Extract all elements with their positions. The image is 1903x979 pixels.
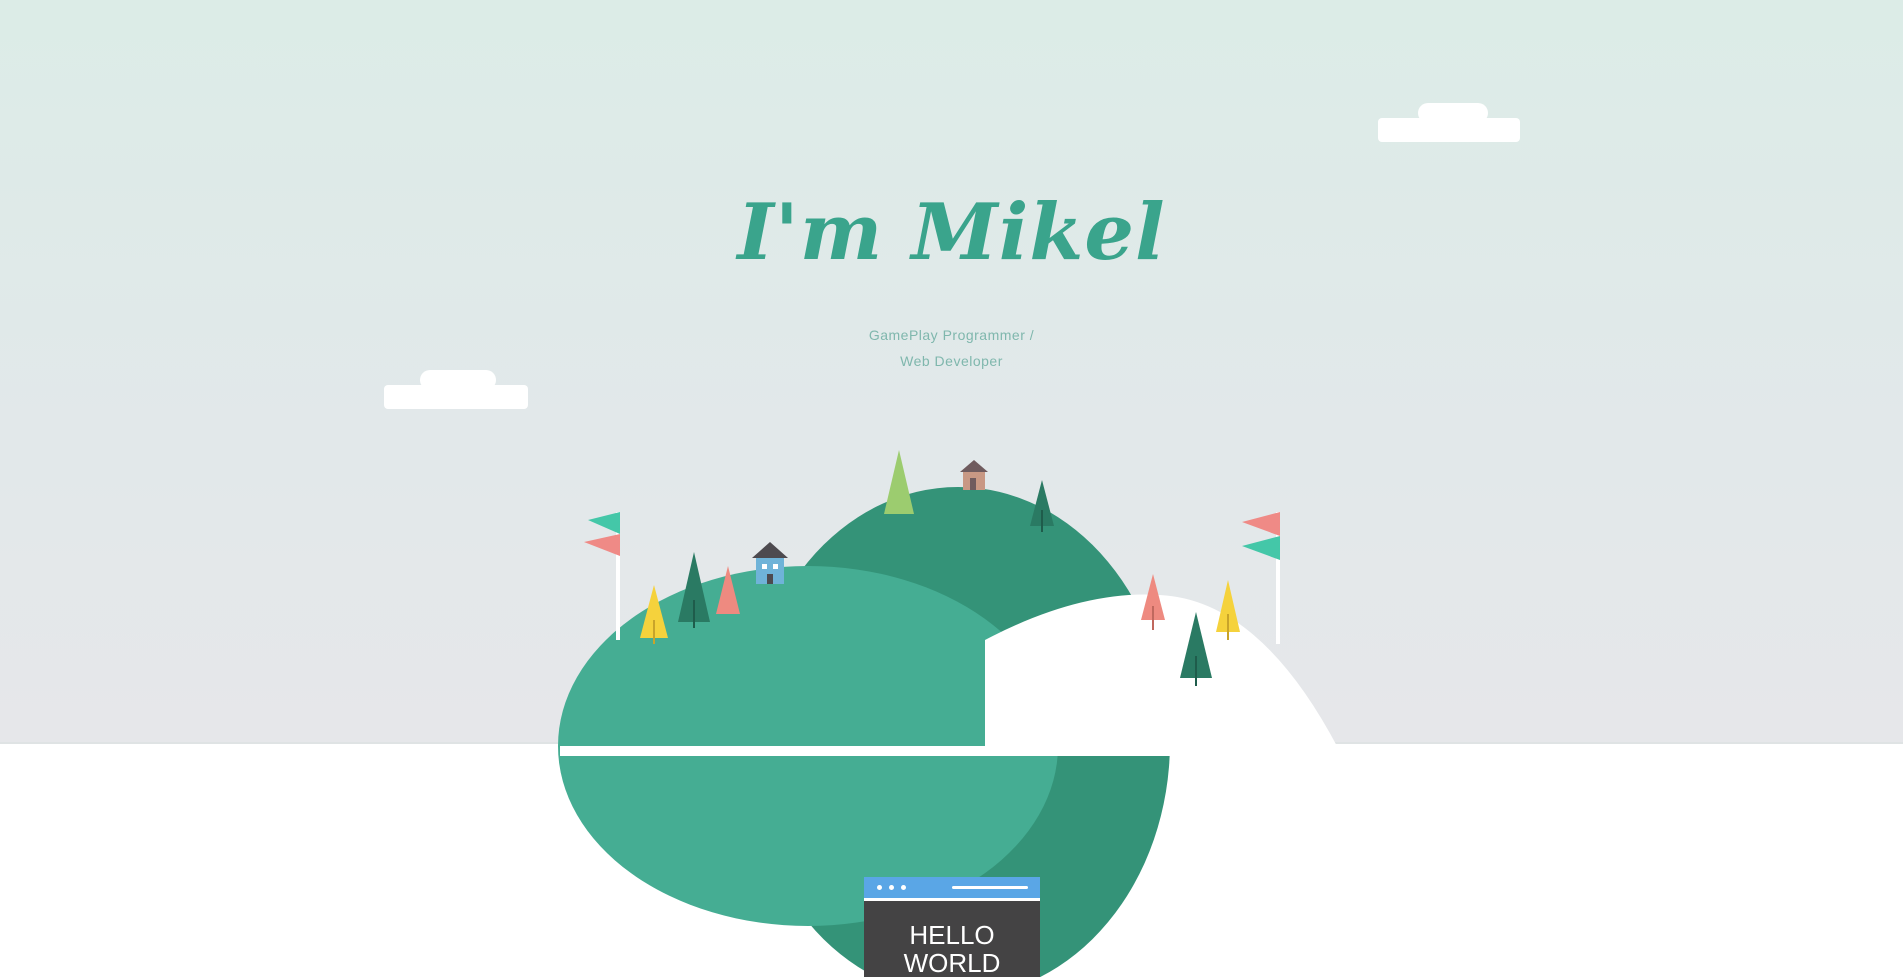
monitor-dot-icon: [889, 885, 894, 890]
monitor-text-line-1: HELLO: [909, 920, 995, 950]
left-flag: [584, 512, 620, 640]
monitor-text-line-2: WORLD: [903, 948, 1001, 977]
monitor-screen: HELLO WORLD: [864, 901, 1040, 977]
right-flag: [1242, 512, 1280, 644]
tree-yellow-snow: [1216, 580, 1240, 640]
monitor-address-line: [952, 886, 1028, 889]
ground-cover: [560, 746, 1360, 756]
monitor-dot-icon: [877, 885, 882, 890]
monitor-dot-icon: [901, 885, 906, 890]
house-brown-top: [960, 460, 988, 490]
hello-world-monitor: HELLO WORLD: [864, 877, 1040, 977]
monitor-title-bar: [864, 877, 1040, 898]
hills-illustration: [558, 450, 1360, 977]
tree-light-green-top: [884, 450, 914, 514]
house-blue: [752, 542, 788, 584]
